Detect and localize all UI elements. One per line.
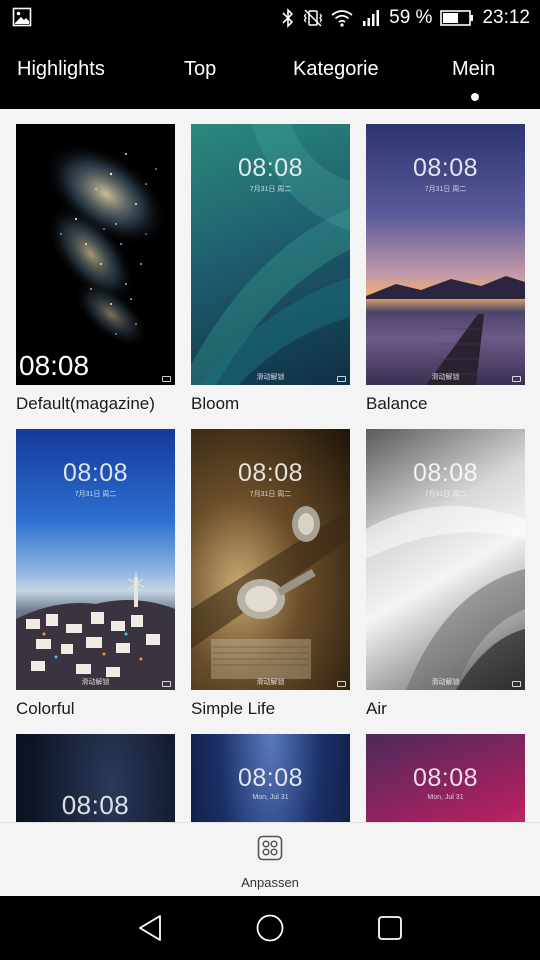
navigation-bar — [0, 896, 540, 960]
signal-icon — [363, 10, 380, 26]
thumb-date: 7月31日 周二 — [424, 186, 467, 193]
wifi-icon — [331, 10, 353, 27]
thumb-unlock-text: 滑动解锁 — [431, 374, 460, 381]
theme-thumbnail-simple-life[interactable]: 08:08 7月31日 周二 滑动解锁 — [191, 429, 350, 690]
theme-label: Default(magazine) — [16, 394, 155, 413]
theme-label: Bloom — [191, 394, 240, 413]
theme-thumbnail-colorful[interactable]: 08:08 7月31日 周二 滑动解锁 — [16, 429, 175, 690]
theme-label: Air — [366, 699, 387, 718]
status-time: 23:12 — [482, 7, 530, 28]
thumb-date: 7月31日 周二 — [249, 491, 292, 498]
theme-label: Colorful — [16, 699, 75, 718]
theme-thumbnail-air[interactable]: 08:08 7月31日 周二 滑动解锁 — [366, 429, 525, 690]
theme-grid[interactable]: 08:08 Default(magazine) 08:08 7月31日 周二 滑… — [0, 109, 540, 822]
thumb-time: 08:08 — [19, 350, 90, 381]
thumb-unlock-text: 滑动解锁 — [431, 679, 460, 686]
camera-icon — [337, 681, 346, 687]
battery-icon — [440, 10, 474, 26]
thumb-date: 7月31日 周二 — [74, 491, 117, 498]
home-icon[interactable] — [252, 910, 288, 946]
camera-icon — [512, 681, 521, 687]
thumb-time: 08:08 — [61, 790, 130, 820]
thumb-time: 08:08 — [62, 459, 129, 487]
thumb-date: Mon, Jul 31 — [427, 794, 464, 801]
customize-icon — [257, 835, 283, 861]
theme-thumbnail[interactable]: 08:08 Mon, Jul 31 — [366, 734, 525, 822]
gallery-icon — [12, 7, 32, 27]
thumb-date: Mon, Jul 31 — [252, 794, 289, 801]
tab-mein[interactable]: Mein — [452, 58, 495, 81]
thumb-date: 7月31日 周二 — [249, 186, 292, 193]
theme-thumbnail-balance[interactable]: 08:08 7月31日 周二 滑动解锁 — [366, 124, 525, 385]
customize-label: Anpassen — [241, 875, 299, 890]
thumb-time: 08:08 — [412, 459, 479, 487]
theme-label: Balance — [366, 394, 428, 413]
camera-icon — [337, 376, 346, 382]
theme-thumbnail-default-magazine[interactable]: 08:08 — [16, 124, 175, 385]
selected-tab-indicator — [471, 93, 479, 101]
back-icon[interactable] — [132, 910, 168, 946]
customize-button[interactable]: Anpassen — [220, 833, 320, 891]
camera-icon — [162, 376, 171, 382]
bottom-action-bar: Anpassen — [0, 822, 540, 896]
thumb-time: 08:08 — [237, 154, 304, 182]
vibrate-icon — [303, 9, 323, 27]
theme-thumbnail-bloom[interactable]: 08:08 7月31日 周二 滑动解锁 — [191, 124, 350, 385]
camera-icon — [512, 376, 521, 382]
thumb-time: 08:08 — [237, 459, 304, 487]
theme-thumbnail[interactable]: 08:08 Mon, Jul 31 — [191, 734, 350, 822]
tab-kategorie[interactable]: Kategorie — [293, 58, 379, 81]
battery-percent: 59 % — [389, 7, 433, 28]
status-bar: 59 % 23:12 — [0, 0, 540, 36]
recents-icon[interactable] — [372, 910, 408, 946]
thumb-time: 08:08 — [412, 764, 479, 792]
tab-highlights[interactable]: Highlights — [17, 58, 105, 81]
thumb-unlock-text: 滑动解锁 — [256, 374, 285, 381]
thumb-date: 7月31日 周二 — [424, 491, 467, 498]
tab-top[interactable]: Top — [184, 58, 216, 81]
theme-thumbnail[interactable]: 08:08 — [16, 734, 175, 822]
thumb-unlock-text: 滑动解锁 — [256, 679, 285, 686]
thumb-unlock-text: 滑动解锁 — [81, 679, 110, 686]
theme-label: Simple Life — [191, 699, 276, 718]
tab-bar: Highlights Top Kategorie Mein — [0, 36, 540, 109]
camera-icon — [162, 681, 171, 687]
bluetooth-icon — [282, 8, 294, 28]
thumb-time: 08:08 — [237, 764, 304, 792]
thumb-time: 08:08 — [412, 154, 479, 182]
